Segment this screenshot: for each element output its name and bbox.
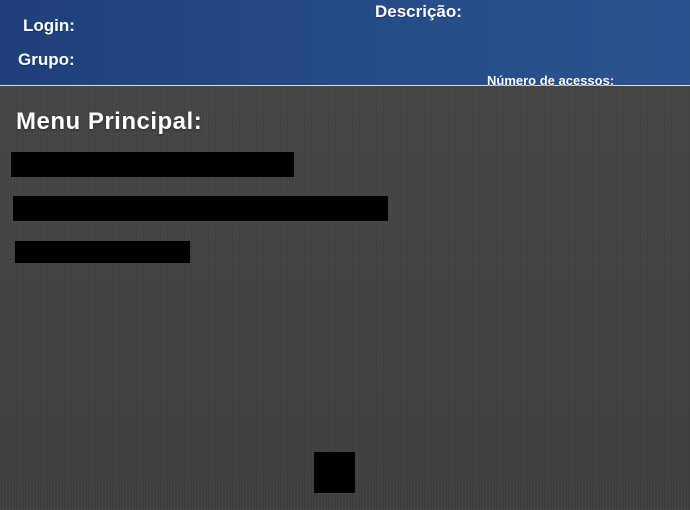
descricao-label: Descrição: — [375, 2, 462, 21]
numero-de-acessos-label: Número de acessos: — [487, 73, 615, 88]
bottom-button-redacted[interactable] — [314, 452, 355, 493]
menu-item-3-redacted[interactable] — [15, 241, 190, 263]
menu-item-1-redacted[interactable] — [11, 152, 294, 177]
menu-item-2-redacted[interactable] — [13, 196, 388, 221]
login-label: Login: — [23, 16, 75, 35]
main-menu-title: Menu Principal: — [16, 108, 203, 135]
grupo-label: Grupo: — [18, 50, 75, 69]
top-header-bar: Login: Grupo: Descrição: Número de acess… — [0, 0, 690, 88]
